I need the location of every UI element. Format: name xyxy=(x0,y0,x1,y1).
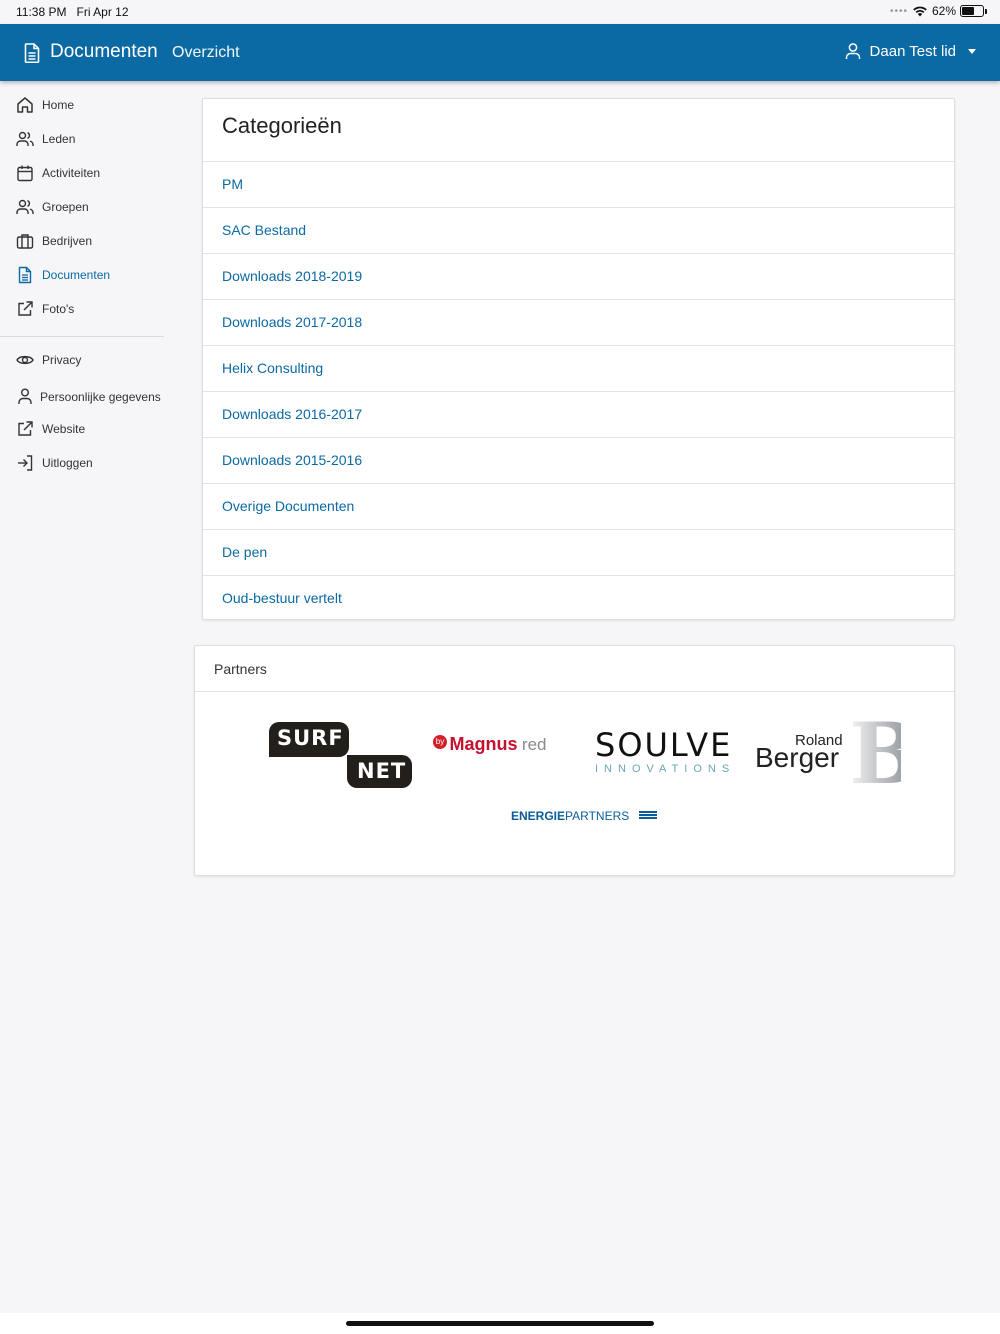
category-link[interactable]: Oud-bestuur vertelt xyxy=(203,576,954,622)
briefcase-icon xyxy=(16,234,34,249)
partners-card: Partners SURF NET by Magnus red SOULVE I… xyxy=(194,645,955,876)
sidebar-item-label: Groepen xyxy=(42,200,89,214)
roland-berger-line2: Berger xyxy=(755,742,840,773)
category-link[interactable]: SAC Bestand xyxy=(203,208,954,254)
user-icon xyxy=(18,388,32,404)
sidebar-item-label: Activiteiten xyxy=(42,166,101,180)
sidebar-item-privacy[interactable]: Privacy xyxy=(0,345,164,379)
user-name: Daan Test lid xyxy=(869,42,956,60)
home-indicator[interactable] xyxy=(346,1321,654,1326)
sidebar-item-label: Uitloggen xyxy=(42,456,93,470)
partners-title: Partners xyxy=(195,646,954,692)
sidebar-item-label: Home xyxy=(42,98,75,112)
page-subtitle: Overzicht xyxy=(172,44,240,61)
sidebar-item-fotos[interactable]: Foto's xyxy=(0,294,164,328)
magnus-red-logo[interactable]: by Magnus red xyxy=(433,734,553,760)
soulve-name: SOULVE xyxy=(595,726,733,764)
status-time: 11:38 PM Fri Apr 12 xyxy=(16,5,129,19)
category-link[interactable]: Downloads 2018-2019 xyxy=(203,254,954,300)
users-icon xyxy=(16,199,34,214)
soulve-innovations-logo[interactable]: SOULVE INNOVATIONS xyxy=(595,726,745,780)
battery-fill xyxy=(962,7,975,15)
signal-dots-icon: •••• xyxy=(889,5,908,17)
sign-in-icon xyxy=(18,455,33,471)
category-link[interactable]: Overige Documenten xyxy=(203,484,954,530)
status-bar: 11:38 PM Fri Apr 12 •••• 62% xyxy=(0,0,1000,24)
user-menu-button[interactable]: Daan Test lid xyxy=(844,42,976,60)
energiepartners-bold: ENERGIE xyxy=(511,809,566,823)
surfnet-logo-bottom: NET xyxy=(347,755,412,788)
category-link[interactable]: De pen xyxy=(203,530,954,576)
surfnet-logo-top: SURF xyxy=(269,722,349,757)
magnus-red-suffix: red xyxy=(521,735,547,754)
document-icon xyxy=(24,43,40,63)
document-icon xyxy=(18,266,32,284)
surfnet-logo-text-bottom: NET xyxy=(357,759,407,783)
category-link[interactable]: Downloads 2017-2018 xyxy=(203,300,954,346)
sidebar-item-label: Privacy xyxy=(42,353,82,367)
status-indicators: •••• 62% xyxy=(889,4,987,18)
category-link[interactable]: PM xyxy=(203,162,954,208)
sidebar-item-label: Bedrijven xyxy=(42,234,93,248)
category-link[interactable]: Downloads 2015-2016 xyxy=(203,438,954,484)
user-icon xyxy=(845,43,860,59)
sidebar-item-leden[interactable]: Leden xyxy=(0,124,164,158)
sidebar-item-home[interactable]: Home xyxy=(0,90,164,124)
magnus-red-badge: by xyxy=(433,735,447,749)
users-icon xyxy=(16,131,34,146)
category-link[interactable]: Downloads 2016-2017 xyxy=(203,392,954,438)
battery-percent: 62% xyxy=(931,4,956,18)
magnus-red-name: Magnus xyxy=(449,734,518,754)
energiepartners-light: PARTNERS xyxy=(565,809,630,823)
sidebar-item-activiteiten[interactable]: Activiteiten xyxy=(0,158,164,192)
surfnet-logo-text-top: SURF xyxy=(277,726,344,750)
sidebar-item-uitloggen[interactable]: Uitloggen xyxy=(0,448,164,482)
energiepartners-logo[interactable]: ENERGIEPARTNERS xyxy=(511,809,661,827)
sidebar-item-label: Leden xyxy=(42,132,76,146)
external-link-icon xyxy=(18,301,33,316)
sidebar-item-label: Documenten xyxy=(42,268,111,282)
app-header: Documenten Overzicht Daan Test lid xyxy=(0,24,1000,81)
sidebar-item-documenten[interactable]: Documenten xyxy=(0,260,164,294)
sidebar-divider xyxy=(0,336,164,337)
soulve-tagline: INNOVATIONS xyxy=(595,763,736,775)
calendar-icon xyxy=(17,165,33,182)
chevron-down-icon xyxy=(968,48,976,54)
eye-icon xyxy=(16,355,34,365)
categories-title: Categorieën xyxy=(203,99,954,162)
sidebar: Home Leden Activiteiten Groepen Bedrijve… xyxy=(0,90,164,482)
sidebar-item-persoonlijke-gegevens[interactable]: Persoonlijke gegevens xyxy=(0,379,164,414)
sidebar-item-label: Persoonlijke gegevens xyxy=(40,390,161,404)
wifi-icon xyxy=(913,6,927,17)
home-icon xyxy=(17,97,33,113)
roland-berger-logo[interactable]: Roland Berger B xyxy=(755,718,905,792)
sidebar-item-label: Foto's xyxy=(42,302,75,316)
categories-card: Categorieën PM SAC Bestand Downloads 201… xyxy=(202,98,955,620)
battery-icon xyxy=(960,5,987,17)
energiepartners-bars-icon xyxy=(638,811,657,819)
page-title: Documenten xyxy=(50,41,158,62)
surfnet-logo[interactable]: SURF NET xyxy=(269,722,413,788)
roland-berger-mark: B xyxy=(849,704,920,803)
sidebar-item-website[interactable]: Website xyxy=(0,414,164,448)
category-link[interactable]: Helix Consulting xyxy=(203,346,954,392)
sidebar-item-label: Website xyxy=(42,422,86,436)
external-link-icon xyxy=(18,421,33,436)
sidebar-item-bedrijven[interactable]: Bedrijven xyxy=(0,226,164,260)
sidebar-item-groepen[interactable]: Groepen xyxy=(0,192,164,226)
